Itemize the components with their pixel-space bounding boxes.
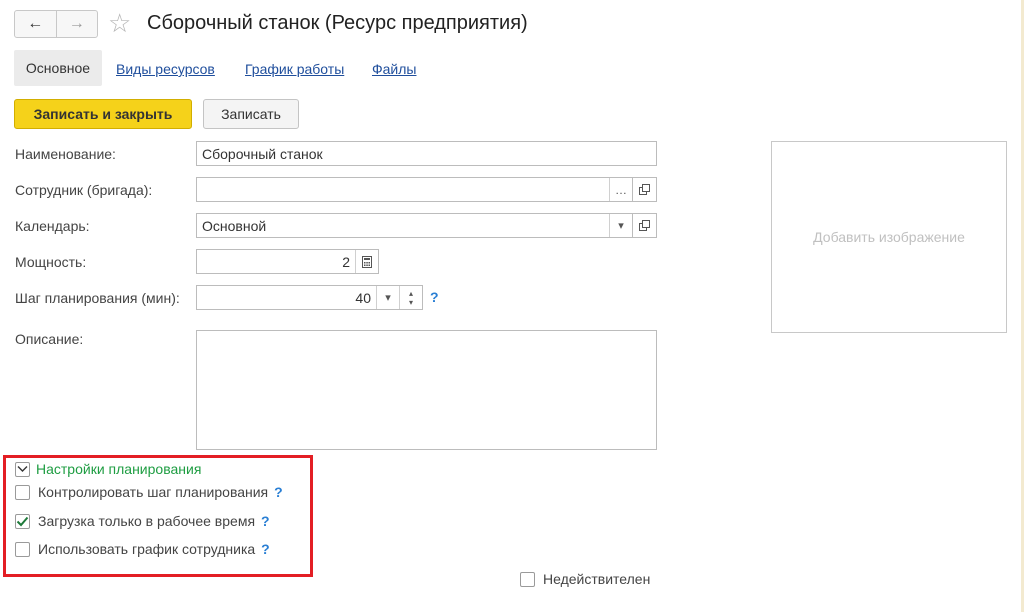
control-step-checkbox[interactable] — [15, 484, 30, 500]
forward-arrow-icon[interactable]: → — [55, 11, 98, 37]
inactive-row: Недействителен — [520, 571, 650, 587]
capacity-value: 2 — [342, 253, 350, 270]
tab-main[interactable]: Основное — [14, 50, 102, 86]
save-button[interactable]: Записать — [203, 99, 299, 129]
name-value: Сборочный станок — [202, 145, 323, 162]
planning-settings-group-header[interactable]: Настройки планирования — [15, 461, 201, 477]
employee-label: Сотрудник (бригада): — [15, 182, 153, 198]
tab-resource-types[interactable]: Виды ресурсов — [116, 61, 215, 77]
working-time-label[interactable]: Загрузка только в рабочее время — [38, 513, 255, 529]
tab-files[interactable]: Файлы — [372, 61, 416, 77]
chevron-down-icon[interactable]: ▾ — [609, 214, 632, 237]
spin-stepper-icon[interactable]: ▴ ▾ — [399, 286, 422, 309]
control-step-row: Контролировать шаг планирования ? — [15, 484, 283, 500]
select-dots-icon[interactable]: … — [609, 178, 632, 201]
employee-schedule-label[interactable]: Использовать график сотрудника — [38, 541, 255, 557]
capacity-label: Мощность: — [15, 254, 87, 270]
planning-step-field[interactable]: 40 ▾ ▴ ▾ — [196, 285, 423, 310]
chevron-down-icon[interactable] — [15, 461, 30, 477]
open-calendar-icon[interactable] — [633, 213, 657, 238]
calculator-icon[interactable] — [355, 250, 378, 273]
employee-schedule-checkbox[interactable] — [15, 541, 30, 557]
navigation-buttons: ← → — [14, 10, 98, 38]
control-step-help-icon[interactable]: ? — [274, 484, 283, 500]
planning-step-help-icon[interactable]: ? — [430, 289, 439, 305]
inactive-checkbox[interactable] — [520, 571, 535, 587]
capacity-field[interactable]: 2 — [196, 249, 379, 274]
calendar-field[interactable]: Основной ▾ — [196, 213, 633, 238]
page-title: Сборочный станок (Ресурс предприятия) — [147, 12, 528, 34]
employee-field[interactable]: … — [196, 177, 633, 202]
planning-step-label: Шаг планирования (мин): — [15, 290, 180, 306]
name-field[interactable]: Сборочный станок — [196, 141, 657, 166]
working-time-checkbox[interactable] — [15, 513, 30, 529]
calendar-value: Основной — [202, 217, 267, 234]
tab-work-schedule[interactable]: График работы — [245, 61, 344, 77]
back-arrow-icon[interactable]: ← — [15, 11, 56, 37]
chevron-down-icon[interactable]: ▾ — [376, 286, 399, 309]
name-label: Наименование: — [15, 146, 116, 162]
add-image-area[interactable]: Добавить изображение — [771, 141, 1007, 333]
working-time-row: Загрузка только в рабочее время ? — [15, 513, 270, 529]
planning-step-value: 40 — [355, 289, 371, 306]
working-time-help-icon[interactable]: ? — [261, 513, 270, 529]
open-employee-icon[interactable] — [633, 177, 657, 202]
employee-schedule-help-icon[interactable]: ? — [261, 541, 270, 557]
favorite-star-icon[interactable]: ☆ — [108, 8, 131, 38]
description-textarea[interactable] — [196, 330, 657, 450]
planning-settings-title: Настройки планирования — [36, 461, 202, 477]
control-step-label[interactable]: Контролировать шаг планирования — [38, 484, 268, 500]
inactive-label[interactable]: Недействителен — [543, 571, 650, 587]
employee-schedule-row: Использовать график сотрудника ? — [15, 541, 270, 557]
save-and-close-button[interactable]: Записать и закрыть — [14, 99, 192, 129]
description-label: Описание: — [15, 331, 84, 347]
calendar-label: Календарь: — [15, 218, 90, 234]
